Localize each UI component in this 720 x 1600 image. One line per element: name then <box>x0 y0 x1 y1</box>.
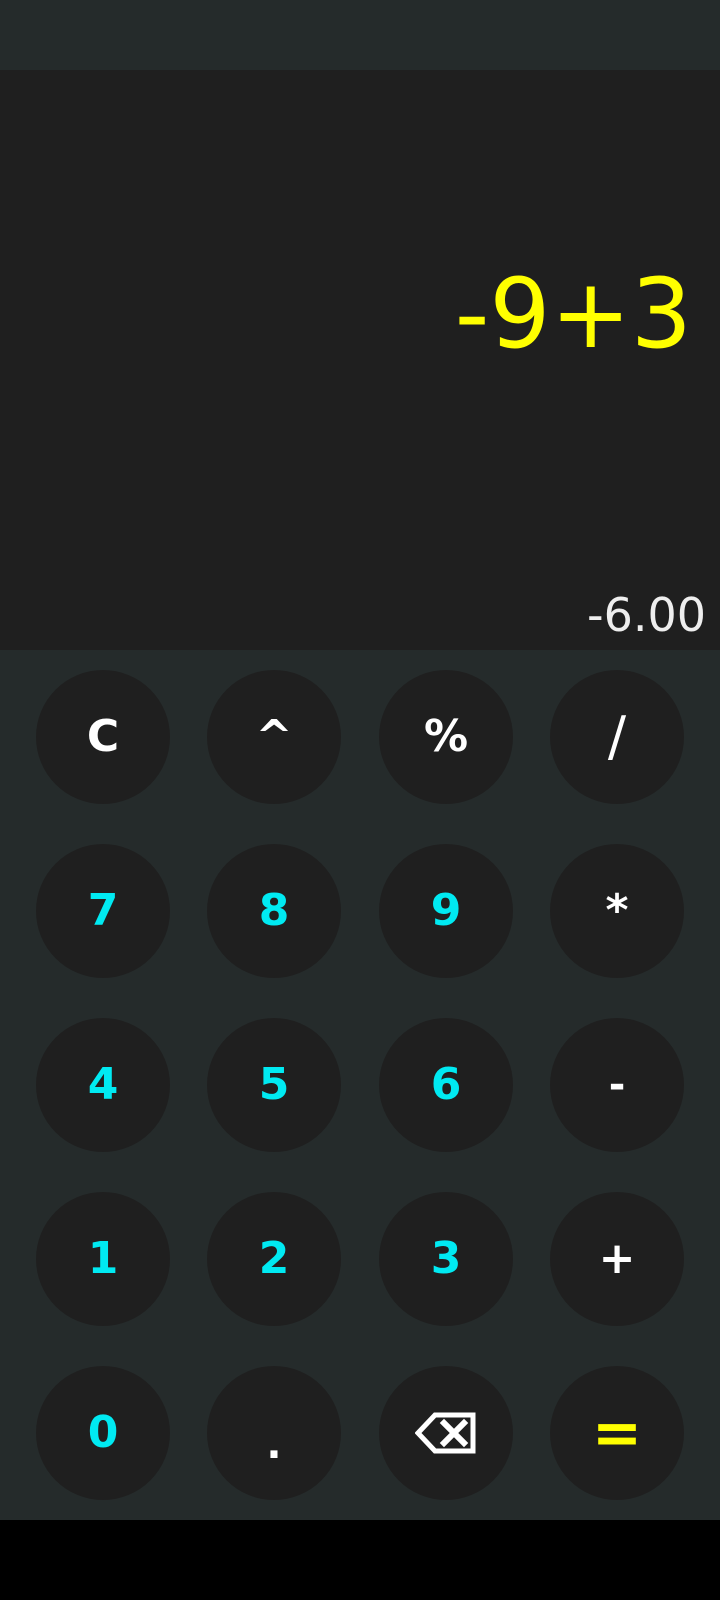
digit-4-button[interactable]: 4 <box>36 1018 170 1152</box>
divide-button[interactable]: / <box>550 670 684 804</box>
digit-7-button[interactable]: 7 <box>36 844 170 978</box>
equals-button[interactable]: = <box>550 1366 684 1500</box>
digit-8-button[interactable]: 8 <box>207 844 341 978</box>
result-display: -6.00 <box>586 588 706 642</box>
digit-2-button[interactable]: 2 <box>207 1192 341 1326</box>
add-button[interactable]: + <box>550 1192 684 1326</box>
keypad: C ^ % / 7 8 9 * 4 5 6 - 1 2 3 + 0 . = <box>0 650 720 1520</box>
backspace-button[interactable] <box>379 1366 513 1500</box>
status-bar <box>0 0 720 70</box>
digit-6-button[interactable]: 6 <box>379 1018 513 1152</box>
digit-3-button[interactable]: 3 <box>379 1192 513 1326</box>
clear-button[interactable]: C <box>36 670 170 804</box>
divide-label: / <box>607 705 627 768</box>
digit-1-button[interactable]: 1 <box>36 1192 170 1326</box>
calculator-app: -9+3 -6.00 C ^ % / 7 8 9 * 4 5 6 - 1 2 3… <box>0 0 720 1600</box>
navigation-bar <box>0 1520 720 1600</box>
digit-5-button[interactable]: 5 <box>207 1018 341 1152</box>
digit-9-button[interactable]: 9 <box>379 844 513 978</box>
digit-0-button[interactable]: 0 <box>36 1366 170 1500</box>
subtract-label: - <box>608 1062 626 1108</box>
decimal-label: . <box>266 1422 282 1468</box>
percent-button[interactable]: % <box>379 670 513 804</box>
backspace-icon <box>415 1412 476 1454</box>
decimal-button[interactable]: . <box>207 1366 341 1500</box>
expression-display: -9+3 <box>454 258 692 370</box>
power-button[interactable]: ^ <box>207 670 341 804</box>
subtract-button[interactable]: - <box>550 1018 684 1152</box>
display-panel: -9+3 -6.00 <box>0 70 720 650</box>
multiply-button[interactable]: * <box>550 844 684 978</box>
